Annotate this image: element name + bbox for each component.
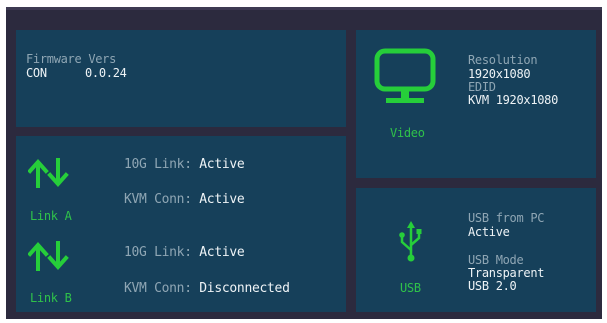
usb-label: USB — [400, 281, 421, 295]
usb-version: USB 2.0 — [468, 279, 517, 293]
link-a-10g-label: 10G Link: — [124, 157, 192, 172]
monitor-icon — [374, 48, 436, 103]
usb-from-pc-value: Active — [468, 225, 510, 239]
usb-mode-label: USB Mode — [468, 253, 524, 267]
video-label: Video — [390, 126, 425, 140]
links-panel: Link A 10G Link: Active KVM Conn: Active… — [16, 136, 346, 312]
edid-label: EDID — [468, 80, 496, 94]
up-down-arrows-icon — [28, 241, 69, 271]
link-a-10g-row: 10G Link: Active — [124, 157, 245, 172]
video-panel: Video Resolution 1920x1080 EDID KVM 1920… — [356, 30, 596, 178]
firmware-label: Firmware Vers — [26, 52, 117, 66]
link-b-label: Link B — [30, 291, 72, 305]
firmware-version: 0.0.24 — [85, 66, 127, 80]
link-b-kvm-row: KVM Conn: Disconnected — [124, 281, 290, 296]
usb-mode-value: Transparent — [468, 266, 545, 280]
firmware-panel: Firmware Vers CON 0.0.24 — [16, 30, 346, 127]
resolution-label: Resolution — [468, 53, 538, 67]
usb-icon — [399, 221, 422, 262]
link-b-10g-row: 10G Link: Active — [124, 245, 245, 260]
link-a-kvm-label: KVM Conn: — [124, 192, 192, 207]
usb-from-pc-label: USB from PC — [468, 211, 545, 225]
kvm-status-screen: Firmware Vers CON 0.0.24 Link A 10G Link… — [6, 7, 602, 319]
link-b-kvm-status: Disconnected — [199, 281, 290, 296]
usb-panel: USB USB from PC Active USB Mode Transpar… — [356, 188, 596, 312]
link-b-10g-label: 10G Link: — [124, 245, 192, 260]
firmware-module: CON — [26, 66, 47, 80]
link-a-kvm-row: KVM Conn: Active — [124, 192, 245, 207]
up-down-arrows-icon — [28, 158, 69, 188]
link-b-10g-status: Active — [199, 245, 245, 260]
resolution-value: 1920x1080 — [468, 67, 531, 81]
edid-value: KVM 1920x1080 — [468, 93, 559, 107]
link-a-10g-status: Active — [199, 157, 245, 172]
link-b-kvm-label: KVM Conn: — [124, 281, 192, 296]
link-a-kvm-status: Active — [199, 192, 245, 207]
link-a-label: Link A — [30, 209, 72, 223]
